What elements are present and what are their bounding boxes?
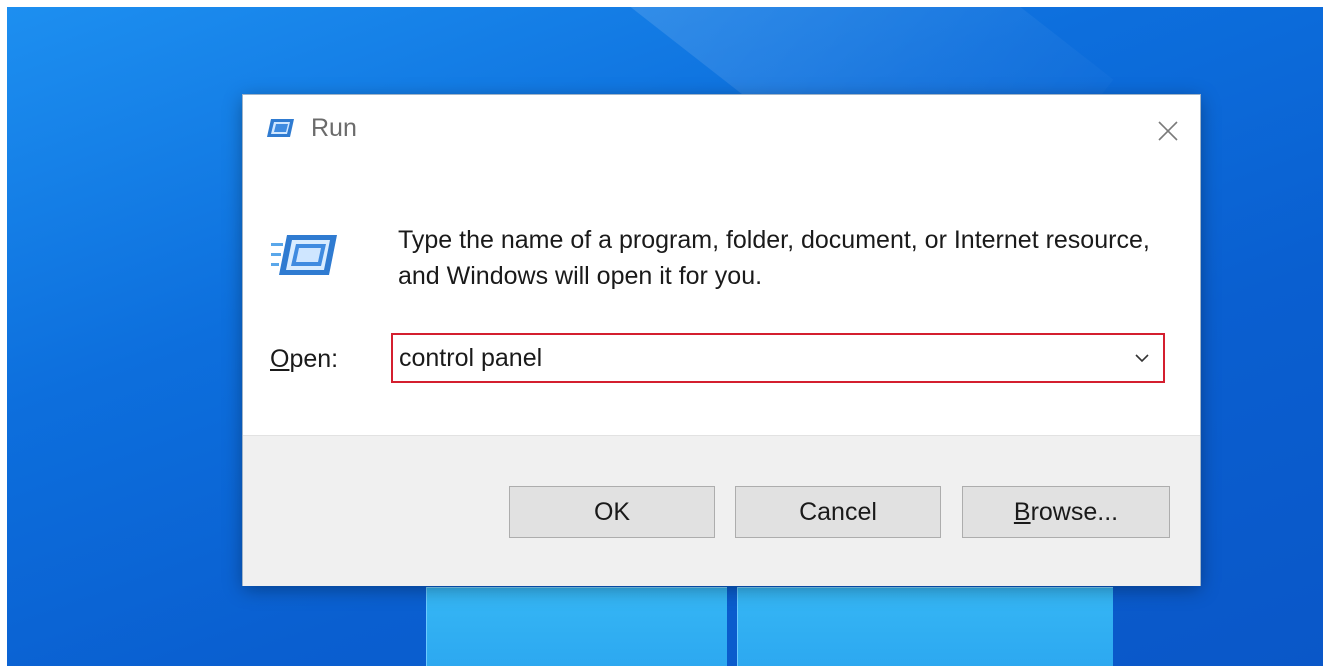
close-icon: [1158, 121, 1178, 141]
dropdown-button[interactable]: [1127, 343, 1157, 373]
browse-accelerator: B: [1013, 497, 1031, 526]
run-icon: [271, 231, 339, 279]
open-input[interactable]: [399, 339, 1099, 377]
run-icon: [265, 117, 295, 139]
open-label: Open:: [270, 345, 338, 374]
close-button[interactable]: [1150, 113, 1186, 149]
chevron-down-icon: [1135, 354, 1149, 363]
browse-label: rowse...: [1030, 497, 1119, 526]
cancel-button[interactable]: Cancel: [735, 486, 941, 538]
instruction-text: Type the name of a program, folder, docu…: [398, 226, 1150, 290]
run-dialog: Run Type the name of a program, folder, …: [243, 95, 1200, 586]
open-combobox[interactable]: [391, 333, 1165, 383]
desktop-logo-pane: [737, 587, 1113, 666]
title-bar[interactable]: Run: [243, 95, 1200, 167]
window-title: Run: [311, 114, 357, 142]
open-label-text: pen:: [289, 345, 339, 373]
button-bar: OK Cancel Browse...: [243, 435, 1200, 586]
open-label-accelerator: O: [270, 345, 290, 373]
browse-button[interactable]: Browse...: [962, 486, 1170, 538]
desktop-logo-pane: [426, 587, 727, 666]
ok-button[interactable]: OK: [509, 486, 715, 538]
